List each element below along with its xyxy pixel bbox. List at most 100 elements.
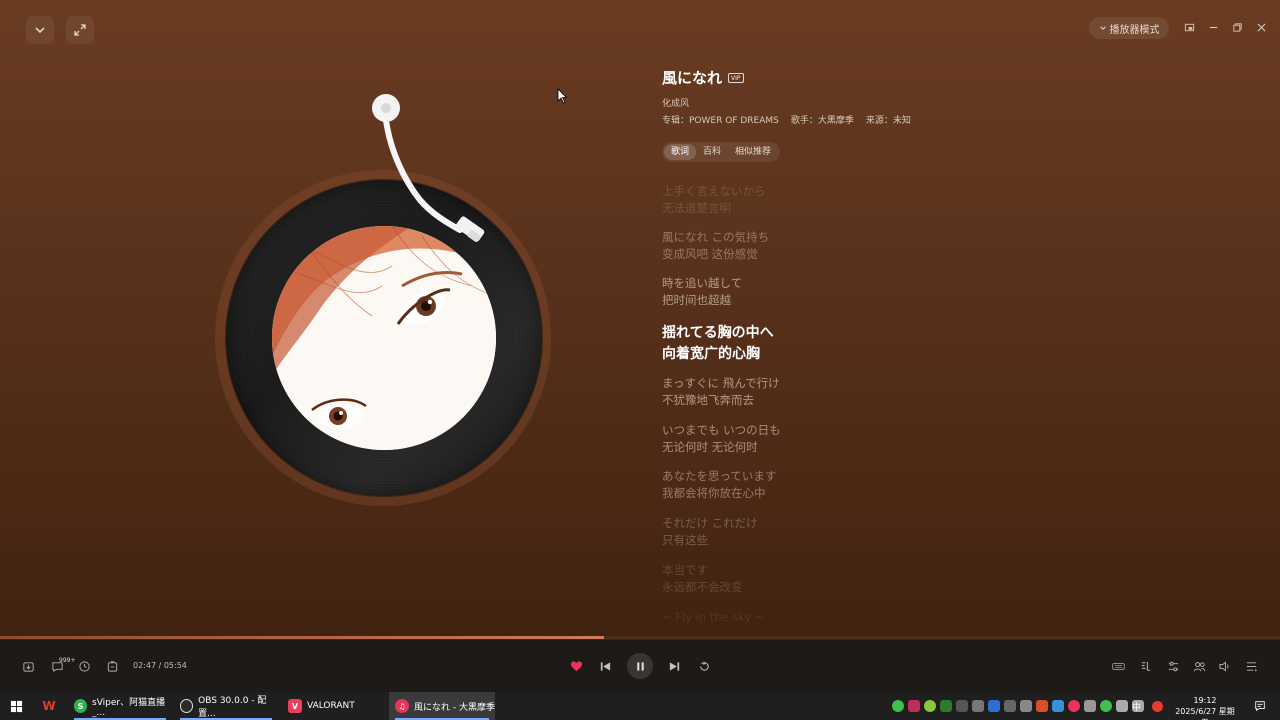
minimize-button[interactable] bbox=[1206, 20, 1220, 34]
steam-icon[interactable] bbox=[988, 700, 1000, 712]
system-tray bbox=[892, 700, 1144, 712]
progress-fill bbox=[0, 636, 605, 639]
quality-button[interactable] bbox=[1109, 658, 1127, 674]
windows-logo-icon bbox=[10, 700, 23, 712]
lyric-original: あなたを思っています bbox=[662, 469, 777, 483]
previous-button[interactable] bbox=[597, 658, 613, 674]
fullscreen-button[interactable] bbox=[66, 16, 94, 44]
tab-lyrics[interactable]: 歌词 bbox=[664, 144, 697, 160]
tray-app-icon[interactable] bbox=[1004, 700, 1016, 712]
lyric-line[interactable]: ~ Fly in the sky ~ bbox=[662, 609, 765, 626]
lyric-line-current[interactable]: 揺れてる胸の中へ 向着宽广的心胸 bbox=[662, 323, 774, 365]
tray-app-icon[interactable] bbox=[1084, 700, 1096, 712]
ime-label: 中 bbox=[1132, 702, 1142, 713]
lyric-original: 上手く言えないから bbox=[662, 184, 766, 198]
restore-icon bbox=[1232, 22, 1242, 32]
repeat-icon bbox=[699, 661, 709, 671]
tab-wiki[interactable]: 百科 bbox=[696, 144, 728, 160]
lyrics-icon bbox=[1141, 661, 1150, 671]
tray-app-icon[interactable] bbox=[1052, 700, 1064, 712]
taskbar-label: VALORANT bbox=[307, 701, 355, 711]
wechat-icon[interactable] bbox=[1100, 700, 1112, 712]
lyric-line[interactable]: 風になれ この気持ち 变成风吧 这份感觉 bbox=[662, 229, 769, 263]
lyric-line[interactable]: 上手く言えないから 无法道楚言明 bbox=[662, 183, 766, 217]
clock-time: 19:12 bbox=[1193, 696, 1217, 705]
skip-previous-icon bbox=[600, 661, 610, 671]
start-button[interactable] bbox=[4, 692, 30, 720]
nvidia-icon[interactable] bbox=[940, 700, 952, 712]
tray-app-icon[interactable] bbox=[956, 700, 968, 712]
notification-icon bbox=[1255, 701, 1265, 712]
tonearm bbox=[372, 94, 485, 242]
tab-similar[interactable]: 相似推荐 bbox=[728, 144, 778, 160]
notification-button[interactable] bbox=[1248, 692, 1270, 720]
album-link[interactable]: 专辑：POWER OF DREAMS bbox=[662, 113, 779, 126]
network-icon[interactable] bbox=[1116, 700, 1128, 712]
lyric-translation: 我都会将你放在心中 bbox=[662, 486, 766, 500]
lyrics-toggle-button[interactable] bbox=[1137, 658, 1153, 674]
download-button[interactable] bbox=[20, 658, 36, 674]
comment-count-badge: 999+ bbox=[59, 657, 76, 664]
vip-badge: VIP bbox=[728, 72, 744, 83]
pause-icon bbox=[636, 661, 644, 671]
more-button[interactable] bbox=[104, 658, 120, 674]
window-controls bbox=[1182, 20, 1268, 34]
info-tabs: 歌词 百科 相似推荐 bbox=[662, 142, 781, 162]
taskbar-label: OBS 30.0.0 - 配置... bbox=[198, 696, 267, 719]
lyric-line[interactable]: それだけ これだけ 只有这些 bbox=[662, 515, 758, 549]
pause-button[interactable] bbox=[627, 653, 653, 679]
playlist-button[interactable] bbox=[1243, 658, 1259, 674]
listen-together-button[interactable] bbox=[1191, 658, 1207, 674]
chevron-down-icon bbox=[1099, 26, 1106, 30]
collapse-button[interactable] bbox=[26, 16, 54, 44]
tray-app-icon[interactable] bbox=[924, 700, 936, 712]
taskbar-label: sViper、阿猫直播_... bbox=[92, 697, 166, 718]
maximize-button[interactable] bbox=[1230, 20, 1244, 34]
taskbar-label: 風になれ - 大黑摩季 bbox=[414, 702, 495, 713]
lyric-original: まっすぐに 飛んで行け bbox=[662, 376, 780, 390]
mini-player-button[interactable] bbox=[1182, 20, 1196, 34]
ime-indicator[interactable]: 中 bbox=[1130, 692, 1148, 720]
lyric-line[interactable]: あなたを思っています 我都会将你放在心中 bbox=[662, 468, 776, 502]
tray-app-icon[interactable] bbox=[972, 700, 984, 712]
taskbar-item-obs[interactable]: OBS 30.0.0 - 配置... bbox=[174, 692, 278, 720]
lyric-original: いつまでも いつの日も bbox=[662, 423, 781, 437]
taskbar-wps[interactable]: W bbox=[36, 692, 66, 720]
sogou-ime-button[interactable] bbox=[1150, 692, 1168, 720]
people-icon bbox=[1193, 661, 1205, 671]
lyric-line[interactable]: いつまでも いつの日も 无论何时 无论何时 bbox=[662, 422, 781, 456]
windows-taskbar: W S sViper、阿猫直播_... OBS 30.0.0 - 配置... V… bbox=[0, 692, 1280, 720]
obs-icon bbox=[180, 699, 194, 713]
chevron-down-icon bbox=[35, 27, 45, 34]
mini-window-icon bbox=[1184, 23, 1194, 31]
share-button[interactable] bbox=[76, 658, 92, 674]
repeat-button[interactable] bbox=[696, 658, 712, 674]
singer-link[interactable]: 歌手：大黑摩季 bbox=[791, 113, 854, 126]
lyric-line[interactable]: 本当です 永远都不会改变 bbox=[662, 562, 743, 596]
tray-app-icon[interactable] bbox=[908, 700, 920, 712]
microphone-icon[interactable] bbox=[1020, 700, 1032, 712]
taskbar-item-valorant[interactable]: V VALORANT bbox=[282, 692, 386, 720]
tray-app-icon[interactable] bbox=[1036, 700, 1048, 712]
lyric-line[interactable]: まっすぐに 飛んで行け 不犹豫地飞奔而去 bbox=[662, 375, 780, 409]
like-button[interactable] bbox=[568, 658, 584, 674]
volume-button[interactable] bbox=[1216, 658, 1232, 674]
netease-tray-icon[interactable] bbox=[1068, 700, 1080, 712]
lyric-translation: 向着宽广的心胸 bbox=[662, 346, 760, 362]
taskbar-item-sviper[interactable]: S sViper、阿猫直播_... bbox=[68, 692, 172, 720]
lyric-translation: 只有这些 bbox=[662, 533, 708, 547]
system-clock[interactable]: 19:12 2025/6/27 星期五 bbox=[1172, 695, 1238, 720]
close-icon bbox=[1256, 22, 1266, 32]
playback-time: 02:47 / 05:54 bbox=[133, 661, 187, 670]
close-button[interactable] bbox=[1254, 20, 1268, 34]
song-title-text: 風になれ bbox=[662, 69, 723, 87]
next-button[interactable] bbox=[666, 658, 682, 674]
wechat-icon[interactable] bbox=[892, 700, 904, 712]
lyric-line[interactable]: 時を追い越して 把时间也超越 bbox=[662, 275, 742, 309]
sound-effects-icon bbox=[1168, 661, 1178, 671]
share-icon bbox=[78, 660, 90, 672]
player-mode-button[interactable]: 播放器模式 bbox=[1089, 17, 1169, 39]
taskbar-item-music[interactable]: ♫ 風になれ - 大黑摩季 bbox=[389, 692, 495, 720]
effects-button[interactable] bbox=[1165, 658, 1181, 674]
progress-bar[interactable] bbox=[0, 636, 1280, 639]
